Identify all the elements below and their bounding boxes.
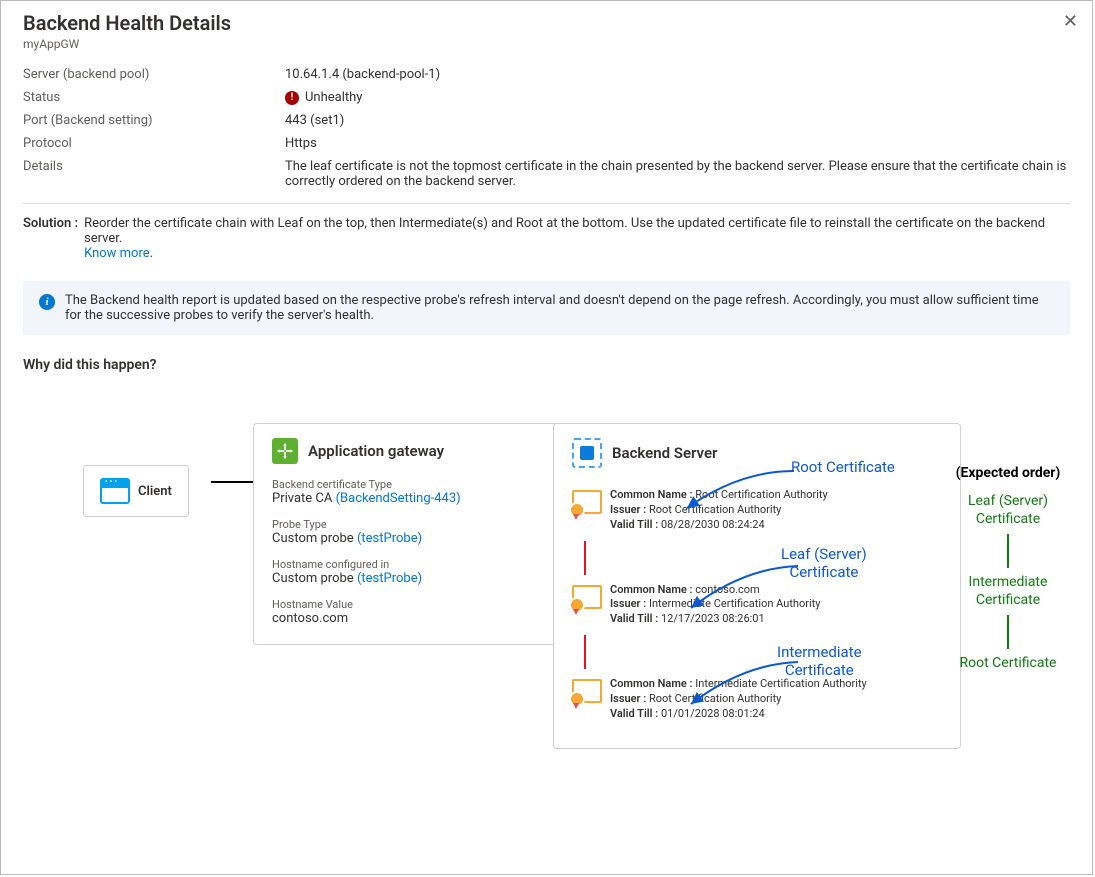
backend-server-icon <box>572 438 602 468</box>
leaf-cert-annotation: Leaf (Server) Certificate <box>781 545 867 581</box>
probe-type-label: Probe Type <box>272 518 544 531</box>
page-title: Backend Health Details <box>23 11 1070 35</box>
port-value: 443 (set1) <box>285 113 1070 128</box>
expected-order: (Expected order) Leaf (Server) Certifica… <box>943 465 1073 673</box>
backend-server-title: Backend Server <box>612 444 717 462</box>
certificate-icon <box>572 585 600 609</box>
probe-type-value: Custom probe <box>272 531 354 546</box>
expected-item-root: Root Certificate <box>943 655 1073 673</box>
probe-link-2[interactable]: (testProbe) <box>357 571 422 586</box>
info-text: The Backend health report is updated bas… <box>65 293 1054 323</box>
backend-cert-type-value: Private CA <box>272 491 332 506</box>
close-button[interactable]: ✕ <box>1063 11 1078 32</box>
port-label: Port (Backend setting) <box>23 113 285 128</box>
app-gateway-icon <box>272 438 298 464</box>
cert-connector <box>584 541 586 575</box>
status-value: Unhealthy <box>305 90 362 105</box>
know-more-link[interactable]: Know more <box>84 246 150 261</box>
protocol-value: Https <box>285 136 1070 151</box>
hostname-value: contoso.com <box>272 611 544 626</box>
details-value: The leaf certificate is not the topmost … <box>285 159 1070 189</box>
expected-item-intermediate: Intermediate Certificate <box>943 574 1073 609</box>
why-heading: Why did this happen? <box>23 357 1070 373</box>
status-label: Status <box>23 90 285 105</box>
hostname-value-label: Hostname Value <box>272 598 544 611</box>
info-icon: i <box>39 294 55 310</box>
certificate-icon <box>572 490 600 514</box>
expected-order-header: (Expected order) <box>943 465 1073 481</box>
details-label: Details <box>23 159 285 189</box>
client-icon <box>100 478 130 504</box>
resource-name: myAppGW <box>23 37 1070 51</box>
server-label: Server (backend pool) <box>23 67 285 82</box>
expected-item-leaf: Leaf (Server) Certificate <box>943 493 1073 528</box>
intermediate-cert-annotation: Intermediate Certificate <box>777 643 862 679</box>
hostname-config-label: Hostname configured in <box>272 558 544 571</box>
backend-cert-type-label: Backend certificate Type <box>272 478 544 491</box>
hostname-config-value: Custom probe <box>272 571 354 586</box>
application-gateway-node: Application gateway Backend certificate … <box>253 423 563 645</box>
client-node: Client <box>83 465 189 517</box>
certificate-icon <box>572 679 600 703</box>
solution-text: Reorder the certificate chain with Leaf … <box>84 216 1045 246</box>
error-icon: ! <box>285 91 299 105</box>
protocol-label: Protocol <box>23 136 285 151</box>
root-cert-annotation: Root Certificate <box>791 458 895 476</box>
probe-link-1[interactable]: (testProbe) <box>357 531 422 546</box>
server-value: 10.64.1.4 (backend-pool-1) <box>285 67 1070 82</box>
client-label: Client <box>138 484 172 499</box>
backend-setting-link[interactable]: (BackendSetting-443) <box>336 491 461 506</box>
app-gateway-title: Application gateway <box>308 442 444 460</box>
solution-label: Solution : <box>23 216 78 261</box>
cert-connector <box>584 635 586 669</box>
